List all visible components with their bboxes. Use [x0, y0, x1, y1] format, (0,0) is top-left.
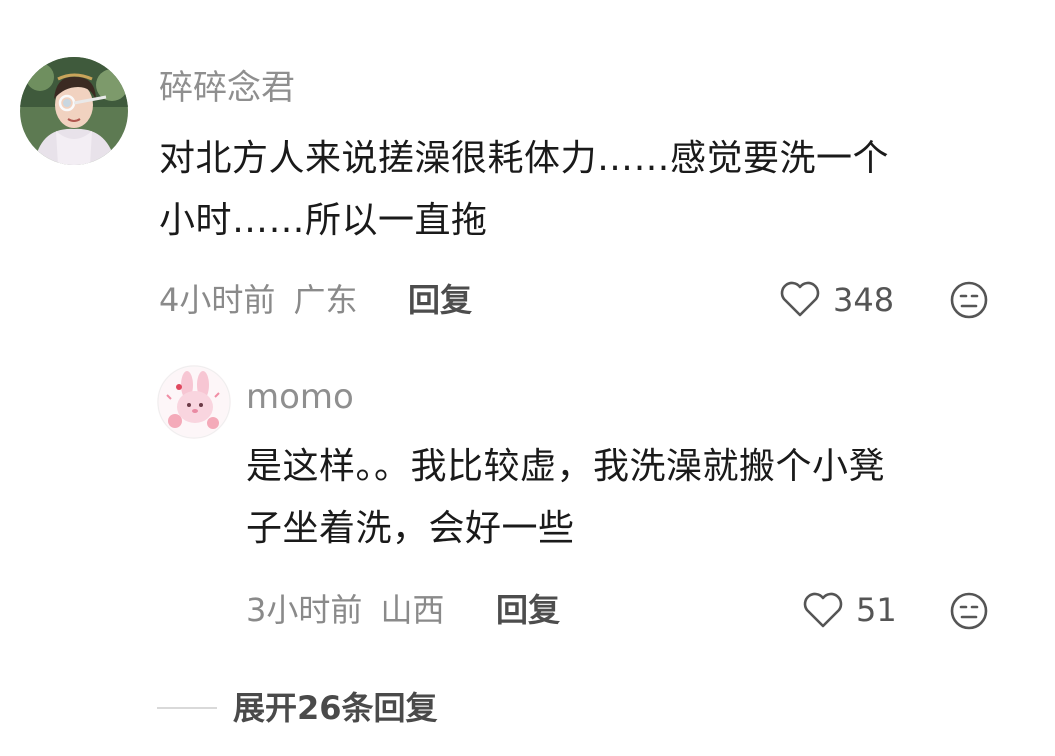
neutral-face-icon[interactable] — [949, 280, 989, 320]
heart-outline-icon[interactable] — [801, 590, 845, 630]
reply-text: 是这样。。我比较虚，我洗澡就搬个小凳 子坐着洗，会好一些 — [246, 436, 1026, 560]
avatar[interactable] — [157, 365, 231, 439]
pink-bunny-avatar-image — [157, 365, 231, 439]
comment-meta: 4小时前 广东 — [159, 280, 358, 320]
username[interactable]: momo — [246, 377, 354, 417]
like-count: 348 — [833, 281, 895, 319]
comment-text: 对北方人来说搓澡很耗体力……感觉要洗一个 小时……所以一直拖 — [159, 128, 1019, 252]
expand-divider — [157, 707, 217, 709]
reply-text-line: 子坐着洗，会好一些 — [246, 508, 575, 549]
reply-button[interactable]: 回复 — [408, 280, 472, 320]
reply-button[interactable]: 回复 — [496, 590, 560, 630]
expand-replies-button[interactable]: 展开26条回复 — [233, 688, 438, 728]
neutral-face-icon[interactable] — [949, 591, 989, 631]
comment-text-line: 小时……所以一直拖 — [159, 200, 488, 241]
timestamp: 3小时前 — [246, 591, 363, 629]
location: 山西 — [380, 591, 445, 629]
avatar[interactable] — [20, 57, 128, 165]
reply-text-line: 是这样。。我比较虚，我洗澡就搬个小凳 — [246, 446, 886, 487]
location: 广东 — [293, 281, 358, 319]
timestamp: 4小时前 — [159, 281, 276, 319]
comment-text-line: 对北方人来说搓澡很耗体力……感觉要洗一个 — [159, 138, 890, 179]
woman-avatar-image — [20, 57, 128, 165]
reply-meta: 3小时前 山西 — [246, 590, 445, 630]
heart-outline-icon[interactable] — [778, 279, 822, 319]
username[interactable]: 碎碎念君 — [159, 68, 295, 108]
like-count: 51 — [856, 591, 897, 629]
